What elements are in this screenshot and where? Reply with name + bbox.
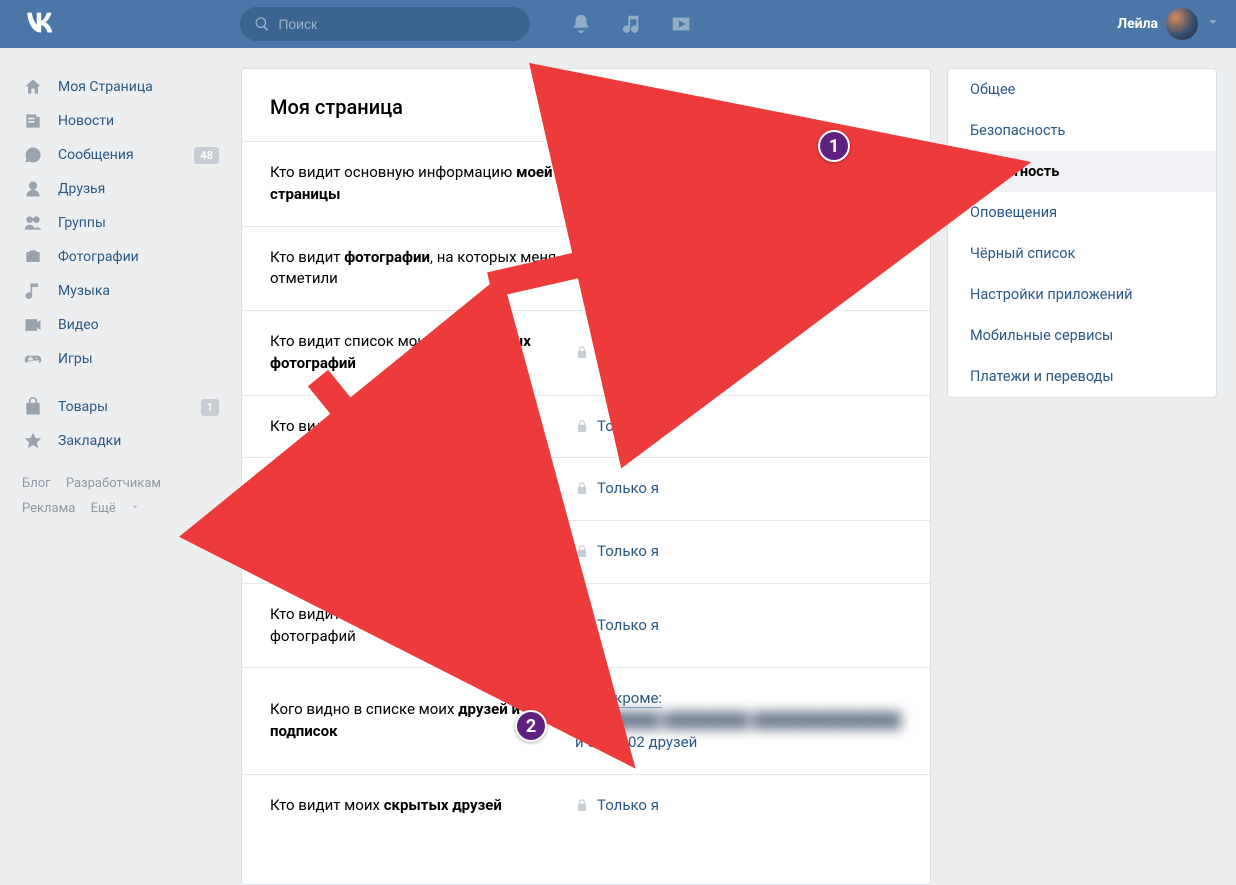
video-icon	[22, 314, 44, 336]
settings-main-panel: Моя страница Кто видит основную информац…	[241, 68, 931, 885]
settings-tab[interactable]: Оповещения	[948, 192, 1216, 233]
sidebar-item-label: Сообщения	[58, 147, 134, 163]
sidebar-item-label: Игры	[58, 351, 93, 367]
privacy-row-value[interactable]: Все пользователи	[575, 173, 906, 195]
privacy-row-value[interactable]: Всех, кроме:████████ ████████ ██████████…	[575, 688, 906, 753]
privacy-row-label: Кто видит список моих групп	[270, 416, 575, 438]
sidebar-item-msg[interactable]: Сообщения 48	[10, 138, 225, 172]
privacy-row-label: Кто видит список моих аудиозаписей	[270, 478, 575, 500]
privacy-row: Кто видит список моих аудиозаписейТолько…	[242, 457, 930, 520]
group-icon	[22, 212, 44, 234]
privacy-row-label: Кого видно в списке моих друзей и подпис…	[270, 699, 575, 743]
privacy-row: Кого видно в списке моих друзей и подпис…	[242, 667, 930, 773]
header: Лейла	[0, 0, 1236, 48]
privacy-row: Кто видит список моих подарковТолько я	[242, 520, 930, 583]
footer-developers[interactable]: Разработчикам	[66, 476, 161, 491]
sidebar-item-label: Музыка	[58, 283, 110, 299]
privacy-row-value[interactable]: Только я	[575, 478, 906, 500]
settings-tab[interactable]: Платежи и переводы	[948, 356, 1216, 397]
footer-more[interactable]: Ещё	[91, 501, 152, 516]
privacy-row-label: Кто видит фотографии, на которых меня от…	[270, 247, 575, 291]
user-icon	[22, 178, 44, 200]
privacy-row-value[interactable]: Только я	[575, 615, 906, 637]
sidebar-item-game[interactable]: Игры	[10, 342, 225, 376]
left-nav-footer: Блог Разработчикам Реклама Ещё	[10, 458, 225, 522]
left-nav: Моя Страница Новости Сообщения 48 Друзья Груп…	[10, 68, 225, 885]
sidebar-item-news[interactable]: Новости	[10, 104, 225, 138]
privacy-row-label: Кто видит список моих сохранённых фотогр…	[270, 331, 575, 375]
page-title: Моя страница	[242, 69, 930, 141]
home-icon	[22, 76, 44, 98]
msg-icon	[22, 144, 44, 166]
privacy-row-label: Кто видит основную информацию моей стран…	[270, 162, 575, 206]
lock-icon	[575, 615, 589, 636]
notifications-icon[interactable]	[570, 13, 592, 35]
header-icons	[570, 13, 692, 35]
sidebar-item-star[interactable]: Закладки	[10, 424, 225, 458]
privacy-row: Кто видит моих скрытых друзейТолько я	[242, 774, 930, 837]
badge: 48	[194, 147, 219, 164]
sidebar-item-bag[interactable]: Товары 1	[10, 390, 225, 424]
music-icon[interactable]	[620, 13, 642, 35]
privacy-row-value[interactable]: Только я	[575, 342, 906, 364]
bag-icon	[22, 396, 44, 418]
lock-icon	[575, 795, 589, 816]
settings-tab[interactable]: Приватность	[948, 151, 1216, 192]
header-user-menu[interactable]: Лейла	[1117, 8, 1220, 40]
sidebar-item-home[interactable]: Моя Страница	[10, 70, 225, 104]
sidebar-item-label: Фотографии	[58, 249, 139, 265]
badge: 1	[201, 399, 219, 416]
lock-icon	[575, 478, 589, 499]
privacy-row-label: Кто видит моих скрытых друзей	[270, 795, 575, 817]
sidebar-item-user[interactable]: Друзья	[10, 172, 225, 206]
sidebar-item-label: Друзья	[58, 181, 105, 197]
music-icon	[22, 280, 44, 302]
search-input[interactable]	[240, 7, 530, 41]
settings-tab[interactable]: Настройки приложений	[948, 274, 1216, 315]
sidebar-item-label: Видео	[58, 317, 99, 333]
footer-ads[interactable]: Реклама	[22, 501, 75, 516]
settings-tab[interactable]: Чёрный список	[948, 233, 1216, 274]
sidebar-item-label: Новости	[58, 113, 114, 129]
layout: Моя Страница Новости Сообщения 48 Друзья Груп…	[0, 48, 1236, 885]
vk-logo-icon[interactable]	[20, 4, 60, 44]
video-play-icon[interactable]	[670, 13, 692, 35]
lock-icon	[575, 416, 589, 437]
sidebar-item-music[interactable]: Музыка	[10, 274, 225, 308]
privacy-row: Кто видит список моих группТолько я	[242, 395, 930, 458]
privacy-row: Кто видит список моих сохранённых фотогр…	[242, 310, 930, 395]
chevron-down-icon	[1206, 15, 1220, 33]
sidebar-item-label: Товары	[58, 399, 108, 415]
sidebar-item-photo[interactable]: Фотографии	[10, 240, 225, 274]
privacy-row-value[interactable]: Только я	[575, 541, 906, 563]
star-icon	[22, 430, 44, 452]
user-name: Лейла	[1117, 16, 1158, 32]
sidebar-item-label: Моя Страница	[58, 79, 153, 95]
privacy-row-value[interactable]: Все пользователи	[575, 257, 906, 279]
search-field[interactable]	[278, 16, 516, 32]
photo-icon	[22, 246, 44, 268]
settings-tab[interactable]: Безопасность	[948, 110, 1216, 151]
settings-tab[interactable]: Общее	[948, 69, 1216, 110]
footer-blog[interactable]: Блог	[22, 476, 51, 491]
privacy-row-value[interactable]: Только я	[575, 795, 906, 817]
sidebar-item-video[interactable]: Видео	[10, 308, 225, 342]
privacy-row: Кто видит основную информацию моей стран…	[242, 141, 930, 226]
lock-icon	[575, 541, 589, 562]
privacy-row: Кто видит фотографии, на которых меня от…	[242, 226, 930, 311]
privacy-row-value[interactable]: Только я	[575, 416, 906, 438]
privacy-row: Кто видит местоположение моих фотографий…	[242, 583, 930, 668]
privacy-row-label: Кто видит список моих подарков	[270, 541, 575, 563]
settings-right-tabs: ОбщееБезопасностьПриватностьОповещенияЧё…	[947, 68, 1217, 398]
game-icon	[22, 348, 44, 370]
settings-tab[interactable]: Мобильные сервисы	[948, 315, 1216, 356]
avatar	[1166, 8, 1198, 40]
sidebar-item-label: Закладки	[58, 433, 121, 449]
privacy-row-label: Кто видит местоположение моих фотографий	[270, 604, 575, 648]
news-icon	[22, 110, 44, 132]
sidebar-item-label: Группы	[58, 215, 106, 231]
sidebar-item-group[interactable]: Группы	[10, 206, 225, 240]
lock-icon	[575, 342, 589, 363]
